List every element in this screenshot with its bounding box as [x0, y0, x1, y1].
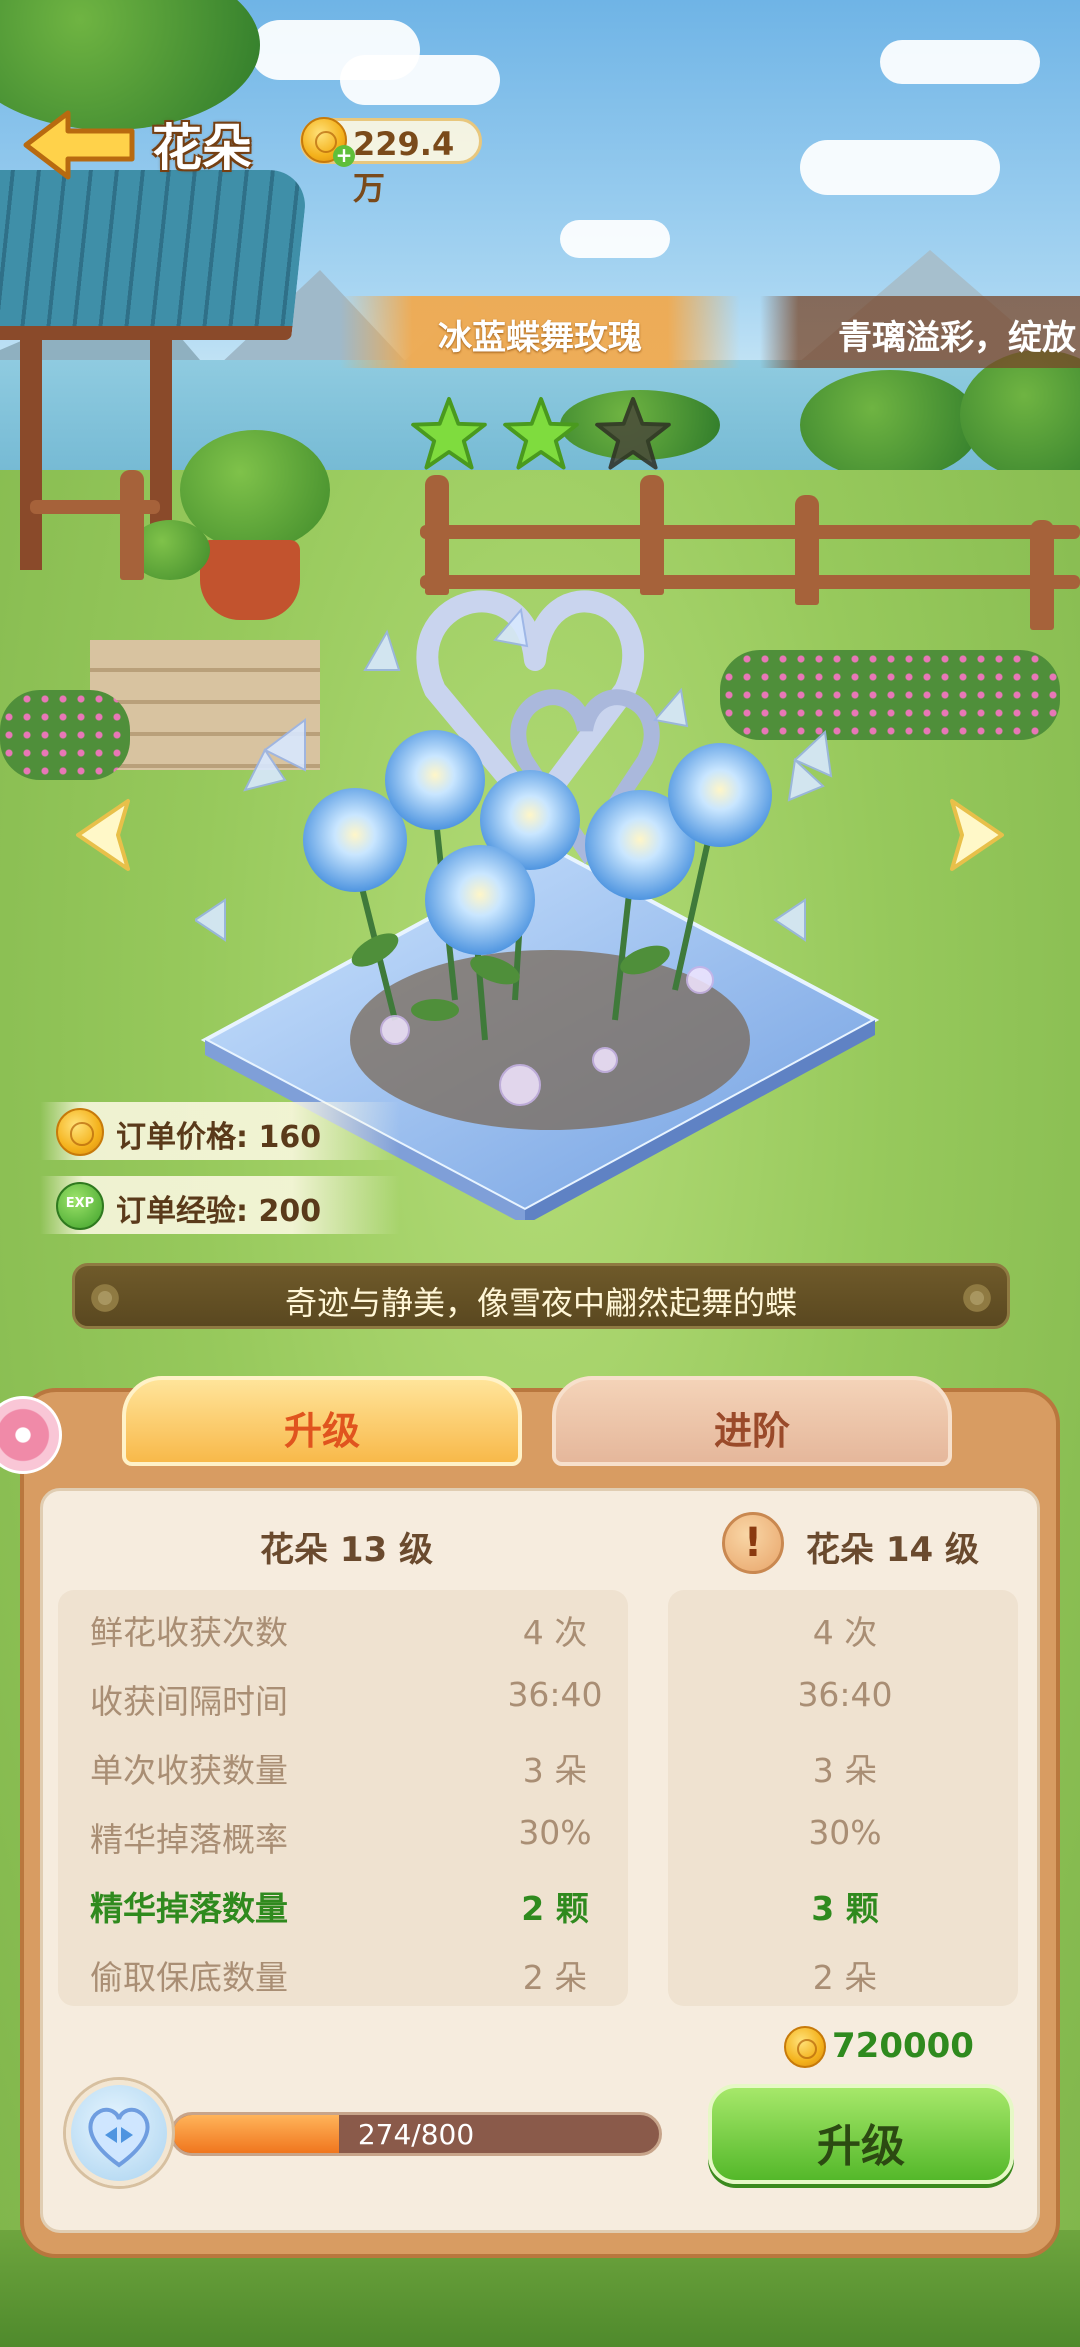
- cloud: [800, 140, 1000, 195]
- next-flower-arrow[interactable]: [930, 795, 1010, 875]
- stat-current-value: 30%: [518, 1813, 592, 1852]
- stat-label: 精华掉落数量: [90, 1889, 288, 1928]
- page-title: 花朵: [152, 119, 252, 177]
- info-exclamation-icon[interactable]: !: [722, 1512, 784, 1574]
- upgrade-button[interactable]: 升级: [708, 2084, 1014, 2184]
- previous-flower-arrow[interactable]: [70, 795, 150, 875]
- flower-name: 冰蓝蝶舞玫瑰: [438, 318, 642, 358]
- stat-next-value: 2 朵: [812, 1958, 878, 1997]
- next-flower-banner[interactable]: 青璃溢彩，绽放: [760, 296, 1080, 368]
- exp-icon-text: EXP: [65, 1196, 95, 1211]
- stat-current-value: 4 次: [522, 1613, 588, 1652]
- coin-icon: [56, 1108, 104, 1156]
- progress-text: 274/800: [357, 2118, 475, 2151]
- stat-label: 单次收获数量: [90, 1751, 288, 1790]
- stat-current-value: 2 朵: [522, 1958, 588, 1997]
- tab-upgrade-label: 升级: [283, 1409, 360, 1453]
- star-filled-icon: [503, 396, 579, 470]
- next-level-title: 花朵 14 级: [806, 1530, 979, 1570]
- flower-description: 奇迹与静美，像雪夜中翩然起舞的蝶: [284, 1284, 797, 1322]
- exp-icon: EXP: [56, 1182, 104, 1230]
- back-button[interactable]: [20, 105, 140, 185]
- stat-current-value: 2 颗: [521, 1889, 589, 1928]
- fence-post: [120, 470, 144, 580]
- flower-name-banner: 冰蓝蝶舞玫瑰: [340, 296, 740, 368]
- current-level-title: 花朵 13 级: [260, 1530, 433, 1570]
- tree: [800, 370, 980, 480]
- crystal-heart-icon: [66, 2080, 172, 2186]
- coin-balance[interactable]: + 229.4万: [300, 117, 482, 207]
- fence-post: [1030, 520, 1054, 630]
- stat-next-value: 3 颗: [811, 1889, 879, 1928]
- stat-current-value: 36:40: [507, 1675, 603, 1714]
- stat-label: 精华掉落概率: [90, 1820, 288, 1859]
- star-empty-icon: [595, 396, 671, 470]
- order-exp: 订单经验: 200: [116, 1194, 322, 1229]
- order-price-tag: 订单价格: 160: [40, 1102, 400, 1160]
- coin-icon: [784, 2026, 826, 2068]
- stat-next-value: 4 次: [812, 1613, 878, 1652]
- next-stats-box: [668, 1590, 1018, 2006]
- pavilion-roof: [0, 170, 309, 340]
- current-stats-box: [58, 1590, 628, 2006]
- pavilion-post: [20, 330, 42, 570]
- star-filled-icon: [411, 396, 487, 470]
- flower-bed: [0, 690, 130, 780]
- coin-amount: 229.4万: [353, 125, 455, 207]
- flower-description-bar: 奇迹与静美，像雪夜中翩然起舞的蝶: [72, 1263, 1010, 1329]
- stat-next-value: 30%: [808, 1813, 882, 1852]
- stat-label: 鲜花收获次数: [90, 1613, 288, 1652]
- ornament-icon: [961, 1282, 993, 1314]
- stat-label: 收获间隔时间: [90, 1682, 288, 1721]
- stat-next-value: 3 朵: [812, 1751, 878, 1790]
- star-rating: [410, 395, 680, 475]
- stat-next-value: 36:40: [797, 1675, 893, 1714]
- tab-advance-label: 进阶: [713, 1409, 790, 1453]
- upgrade-cost-amount: 720000: [832, 2026, 974, 2066]
- back-arrow-icon: [23, 110, 135, 180]
- tab-upgrade[interactable]: 升级: [122, 1376, 522, 1466]
- tab-advance[interactable]: 进阶: [552, 1376, 952, 1466]
- heart-icon: [88, 2107, 150, 2168]
- next-flower-name: 青璃溢彩，绽放: [838, 318, 1076, 358]
- order-price: 订单价格: 160: [116, 1120, 322, 1155]
- upgrade-button-label: 升级: [817, 2121, 905, 2172]
- upgrade-progress-bar: 274/800: [170, 2112, 662, 2156]
- order-exp-tag: EXP 订单经验: 200: [40, 1176, 400, 1234]
- stat-label: 偷取保底数量: [90, 1958, 288, 1997]
- cloud: [880, 40, 1040, 84]
- stat-current-value: 3 朵: [522, 1751, 588, 1790]
- add-coins-icon[interactable]: +: [333, 145, 355, 167]
- cloud: [340, 55, 500, 105]
